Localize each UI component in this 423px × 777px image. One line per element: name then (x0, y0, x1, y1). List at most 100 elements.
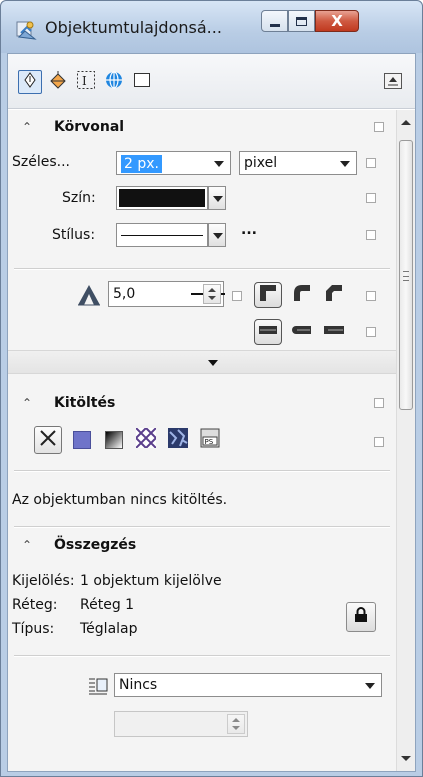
text-wrap-icon (88, 677, 108, 699)
close-button[interactable]: X (315, 10, 359, 32)
postscript-fill-button[interactable]: PS (196, 426, 224, 454)
gradient-fill-icon (105, 431, 123, 449)
minimize-button[interactable] (261, 10, 288, 32)
corner-bevel-button[interactable] (320, 282, 348, 308)
divider (14, 526, 390, 528)
text-wrap-value: Nincs (119, 677, 158, 693)
dialog-client: I ⌃ Körvonal Széles... 2 px. pixel Szín:… (7, 53, 416, 772)
corner-miter-button[interactable] (254, 282, 282, 308)
maximize-icon (296, 16, 307, 26)
bevel-corner-icon (324, 283, 344, 307)
style-label: Stílus: (52, 227, 96, 243)
wrap-offset-spinner[interactable] (114, 711, 248, 737)
divider (14, 268, 390, 270)
collapse-chevron-icon: ⌃ (22, 396, 33, 410)
color-dropdown-button[interactable] (208, 186, 226, 210)
no-fill-button[interactable] (34, 426, 62, 454)
svg-text:PS: PS (205, 438, 214, 446)
tab-text-frame[interactable]: I (74, 70, 98, 94)
spin-buttons[interactable] (227, 714, 245, 734)
summary-section-title: Összegzés (54, 537, 137, 553)
properties-toolbar: I (8, 54, 415, 109)
outline-pen-icon (22, 72, 38, 92)
section-options-box[interactable] (374, 398, 384, 408)
type-label: Típus: (12, 621, 55, 637)
summary-section-header[interactable]: ⌃ Összegzés (8, 530, 396, 560)
texture-fill-icon (168, 428, 188, 452)
unit-value: pixel (244, 155, 278, 171)
text-wrap-select[interactable]: Nincs (114, 673, 382, 697)
fill-section-title: Kitöltés (54, 395, 116, 411)
style-option-box[interactable] (366, 230, 376, 240)
color-swatch (119, 189, 205, 207)
gradient-fill-button[interactable] (100, 426, 128, 454)
expand-arrow-icon (208, 360, 218, 366)
no-fill-message: Az objektumban nincs kitöltés. (12, 492, 228, 508)
width-label: Széles... (12, 154, 70, 170)
round-corner-icon (292, 283, 312, 307)
more-options-button[interactable]: ... (241, 222, 257, 238)
tab-outline[interactable] (18, 70, 42, 94)
cap-square-button[interactable] (320, 319, 348, 345)
chevron-down-icon (365, 683, 375, 689)
corner-option-box[interactable] (366, 291, 376, 301)
fill-option-box[interactable] (374, 437, 384, 447)
outline-color-picker[interactable] (116, 186, 208, 210)
uniform-fill-button[interactable] (68, 426, 96, 454)
outline-expand-bar[interactable] (8, 350, 396, 374)
style-dropdown-button[interactable] (208, 223, 226, 247)
butt-cap-icon (258, 324, 278, 340)
unit-select[interactable]: pixel (239, 151, 357, 175)
miter-option-box[interactable] (232, 291, 242, 301)
cap-round-button[interactable] (288, 319, 316, 345)
no-fill-x-icon (39, 429, 57, 451)
internet-globe-icon (105, 71, 123, 93)
spin-buttons[interactable] (203, 284, 221, 304)
pattern-fill-icon (134, 426, 158, 452)
lock-button[interactable] (346, 602, 376, 632)
properties-window: Objektumtulajdonsá... X I ⌃ Körvonal Szé… (0, 0, 423, 777)
pattern-fill-button[interactable] (132, 426, 160, 454)
collapse-chevron-icon: ⌃ (22, 538, 33, 552)
outline-width-combo[interactable]: 2 px. (116, 151, 231, 175)
maximize-button[interactable] (288, 10, 315, 32)
properties-content: ⌃ Körvonal Széles... 2 px. pixel Szín: S… (8, 110, 396, 771)
corner-round-button[interactable] (288, 282, 316, 308)
vertical-scrollbar[interactable] (396, 110, 415, 771)
width-option-box[interactable] (366, 158, 376, 168)
layer-label: Réteg: (12, 597, 58, 613)
tab-internet[interactable] (102, 70, 126, 94)
selection-value: 1 objektum kijelölve (80, 573, 222, 589)
scroll-up-icon[interactable] (401, 120, 411, 125)
cap-option-box[interactable] (366, 327, 376, 337)
minimize-icon (269, 23, 280, 27)
object-properties-app-icon (15, 19, 37, 41)
outline-section-header[interactable]: ⌃ Körvonal (8, 112, 396, 142)
postscript-fill-icon: PS (200, 428, 220, 452)
solid-line-preview (121, 235, 203, 236)
miter-limit-spinner[interactable]: 5,0 (108, 281, 225, 307)
line-style-select[interactable] (116, 223, 208, 247)
rectangle-icon (133, 72, 151, 92)
uniform-fill-icon (73, 431, 91, 449)
texture-fill-button[interactable] (164, 426, 192, 454)
section-options-box[interactable] (374, 122, 384, 132)
type-value: Téglalap (80, 621, 138, 637)
color-option-box[interactable] (366, 193, 376, 203)
scrollbar-thumb[interactable] (399, 140, 413, 410)
fill-section-header[interactable]: ⌃ Kitöltés (8, 388, 396, 418)
collapse-chevron-icon: ⌃ (22, 120, 33, 134)
title-bar[interactable]: Objektumtulajdonsá... X (1, 1, 422, 53)
svg-text:I: I (82, 74, 87, 88)
text-frame-icon: I (76, 70, 96, 94)
cap-butt-button[interactable] (254, 319, 282, 345)
round-cap-icon (291, 324, 313, 340)
fill-bucket-icon (48, 70, 68, 94)
miter-limit-icon (76, 284, 102, 310)
scroll-down-icon[interactable] (401, 756, 411, 761)
popout-button[interactable] (383, 72, 403, 92)
outline-section-title: Körvonal (54, 119, 125, 135)
tab-rectangle[interactable] (130, 70, 154, 94)
window-title: Objektumtulajdonsá... (45, 18, 222, 37)
tab-fill[interactable] (46, 70, 70, 94)
